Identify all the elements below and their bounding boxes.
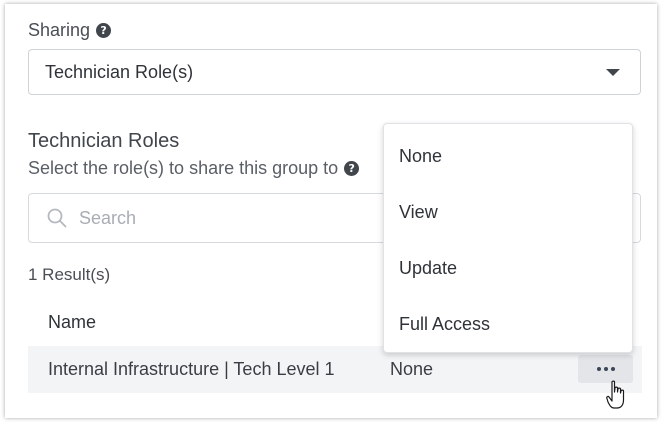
help-circle-icon[interactable]: ? — [96, 23, 112, 38]
search-icon — [47, 208, 67, 228]
more-horizontal-icon — [596, 367, 601, 371]
technician-roles-subtitle-row: Select the role(s) to share this group t… — [28, 158, 360, 179]
menu-item-full-access[interactable]: Full Access — [384, 296, 632, 352]
technician-roles-subtitle: Select the role(s) to share this group t… — [28, 158, 339, 178]
access-level-menu: None View Update Full Access — [383, 123, 633, 353]
technician-roles-title: Technician Roles — [28, 130, 180, 152]
menu-item-update[interactable]: Update — [384, 240, 632, 296]
row-access-level: None — [390, 359, 434, 379]
row-role-name: Internal Infrastructure | Tech Level 1 — [48, 359, 335, 379]
sharing-select-value: Technician Role(s) — [45, 61, 194, 82]
more-options-button[interactable] — [578, 355, 633, 383]
menu-item-view[interactable]: View — [384, 184, 632, 240]
sharing-label-row: Sharing ? — [28, 20, 112, 41]
menu-item-none[interactable]: None — [384, 128, 632, 184]
more-horizontal-icon — [610, 367, 615, 371]
result-count: 1 Result(s) — [28, 265, 111, 284]
sharing-label: Sharing — [28, 20, 91, 40]
more-horizontal-icon — [603, 367, 608, 371]
search-placeholder: Search — [79, 208, 137, 228]
table-row: Internal Infrastructure | Tech Level 1 N… — [28, 346, 642, 393]
help-circle-icon[interactable]: ? — [344, 161, 360, 176]
caret-down-icon — [606, 69, 620, 76]
hand-pointer-icon — [606, 380, 625, 409]
sharing-select[interactable]: Technician Role(s) — [28, 49, 641, 95]
column-header-name: Name — [48, 312, 97, 332]
